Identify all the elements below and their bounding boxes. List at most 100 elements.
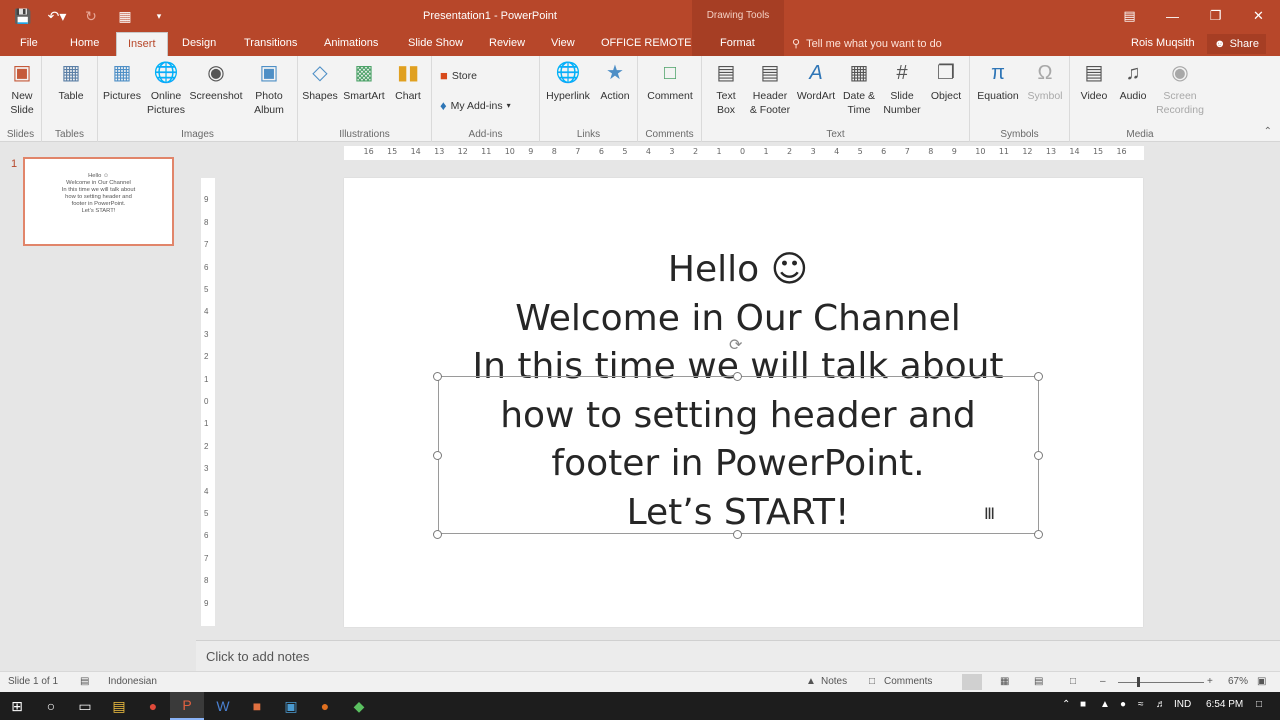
comment-button[interactable]: □ Comment (642, 60, 698, 103)
zoom-in-icon[interactable]: + (1207, 676, 1213, 687)
rotate-handle-icon[interactable]: ⟳ (729, 335, 742, 355)
my-addins-button[interactable]: ♦ My Add-ins ▾ (440, 98, 511, 113)
comments-toggle-icon[interactable]: □ (869, 676, 875, 687)
zoom-level[interactable]: 67% (1228, 676, 1248, 687)
word-icon[interactable]: W (206, 692, 240, 720)
new-slide-button[interactable]: ▣ New Slide (4, 60, 40, 117)
vertical-ruler[interactable]: 9 8 7 6 5 4 3 2 1 0 1 2 3 4 5 6 7 8 9 (201, 178, 215, 626)
wordart-button[interactable]: A WordArt (794, 60, 838, 103)
close-icon[interactable]: ✕ (1237, 0, 1280, 32)
tab-review[interactable]: Review (489, 37, 525, 49)
language-indicator[interactable]: Indonesian (108, 676, 157, 687)
resize-handle-bottom-left[interactable] (433, 530, 442, 539)
resize-handle-top-right[interactable] (1034, 372, 1043, 381)
file-explorer-icon[interactable]: ▤ (102, 692, 136, 720)
clock[interactable]: 6:54 PM (1206, 699, 1243, 710)
resize-handle-top-left[interactable] (433, 372, 442, 381)
photo-album-button[interactable]: ▣ Photo Album (246, 60, 292, 117)
chart-button[interactable]: ▮▮ Chart (390, 60, 426, 103)
action-button[interactable]: ★ Action (596, 60, 634, 103)
tab-design[interactable]: Design (182, 37, 216, 49)
tab-format[interactable]: Format (720, 37, 755, 49)
firefox-icon[interactable]: ● (308, 692, 342, 720)
slide-thumbnail[interactable]: Hello ☺ Welcome in Our Channel In this t… (23, 157, 174, 246)
windows-start-icon[interactable]: ⊞ (0, 692, 34, 720)
video-button[interactable]: ▤ Video (1074, 60, 1114, 103)
tab-animations[interactable]: Animations (324, 37, 378, 49)
tell-me-box[interactable]: ⚲ Tell me what you want to do (792, 37, 942, 51)
notes-pane[interactable]: Click to add notes (196, 640, 1280, 671)
selected-text-box[interactable] (438, 376, 1039, 534)
online-pictures-button[interactable]: 🌐 Online Pictures (144, 60, 188, 117)
tab-transitions[interactable]: Transitions (244, 37, 297, 49)
minimize-icon[interactable]: — (1151, 0, 1194, 32)
tab-file[interactable]: File (20, 37, 38, 49)
ribbon-display-options-icon[interactable]: ▤ (1108, 0, 1151, 32)
tab-office-remote[interactable]: OFFICE REMOTE (601, 37, 691, 49)
tab-view[interactable]: View (551, 37, 575, 49)
resize-handle-left[interactable] (433, 451, 442, 460)
resize-handle-bottom[interactable] (733, 530, 742, 539)
tray-icon[interactable]: ▲ (1100, 699, 1110, 710)
symbol-button[interactable]: Ω Symbol (1024, 60, 1066, 103)
save-icon[interactable]: 💾 (8, 4, 38, 28)
tray-icon[interactable]: ■ (1080, 699, 1086, 710)
table-button[interactable]: ▦ Table (54, 60, 88, 103)
zoom-slider[interactable] (1118, 682, 1204, 683)
tray-icon[interactable]: ● (1120, 699, 1126, 710)
header-footer-button[interactable]: ▤ Header & Footer (748, 60, 792, 117)
hyperlink-button[interactable]: 🌐 Hyperlink (542, 60, 594, 103)
equation-button[interactable]: π Equation (972, 60, 1024, 103)
tray-arrow-icon[interactable]: ⌃ (1062, 699, 1070, 710)
tab-insert[interactable]: Insert (116, 32, 168, 56)
start-presentation-icon[interactable]: ▦ (110, 4, 140, 28)
normal-view-icon[interactable] (962, 674, 982, 690)
notes-toggle-icon[interactable]: ▲ (806, 676, 816, 687)
slide-sorter-icon[interactable]: ▦ (1000, 676, 1009, 687)
resize-handle-top[interactable] (733, 372, 742, 381)
screen-recording-button[interactable]: ◉ Screen Recording (1152, 60, 1208, 117)
tab-home[interactable]: Home (70, 37, 99, 49)
notifications-icon[interactable]: □ (1256, 699, 1262, 710)
fit-slide-icon[interactable]: ▣ (1257, 676, 1266, 687)
zoom-out-icon[interactable]: – (1100, 676, 1106, 687)
resize-handle-right[interactable] (1034, 451, 1043, 460)
undo-icon[interactable]: ↶▾ (42, 4, 72, 28)
smartart-button[interactable]: ▩ SmartArt (340, 60, 388, 103)
text-box-button[interactable]: ▤ Text Box (706, 60, 746, 117)
slideshow-view-icon[interactable]: □ (1070, 676, 1076, 687)
zoom-slider-thumb[interactable] (1137, 677, 1140, 687)
screenshot-button[interactable]: ◉ Screenshot (188, 60, 244, 103)
tab-slide-show[interactable]: Slide Show (408, 37, 463, 49)
app-green-icon[interactable]: ◆ (342, 692, 376, 720)
shapes-button[interactable]: ◇ Shapes (300, 60, 340, 103)
notes-toggle[interactable]: Notes (821, 676, 847, 687)
horizontal-ruler[interactable]: 16 15 14 13 12 11 10 9 8 7 6 5 4 3 2 1 0 1 2 3 4 5 6 7 8 9 10 11 12 1… (344, 146, 1144, 160)
slide-count[interactable]: Slide 1 of 1 (8, 676, 58, 687)
task-view-icon[interactable]: ▭ (68, 692, 102, 720)
powerpoint-icon[interactable]: P (170, 692, 204, 720)
share-button[interactable]: ☻ Share (1207, 34, 1266, 54)
pictures-button[interactable]: ▦ Pictures (100, 60, 144, 103)
chrome-icon[interactable]: ● (136, 692, 170, 720)
input-language[interactable]: IND (1174, 699, 1191, 710)
search-icon[interactable]: ○ (34, 692, 68, 720)
spell-check-icon[interactable]: ▤ (80, 676, 89, 687)
user-name[interactable]: Rois Muqsith (1131, 37, 1195, 49)
object-button[interactable]: ❐ Object (926, 60, 966, 103)
slide-number-button[interactable]: # Slide Number (880, 60, 924, 117)
resize-handle-bottom-right[interactable] (1034, 530, 1043, 539)
audio-button[interactable]: ♫ Audio (1114, 60, 1152, 103)
reading-view-icon[interactable]: ▤ (1034, 676, 1043, 687)
date-time-button[interactable]: ▦ Date & Time (840, 60, 878, 117)
photos-icon[interactable]: ▣ (274, 692, 308, 720)
collapse-ribbon-icon[interactable]: ⌃ (1264, 126, 1272, 137)
redo-icon[interactable]: ↻ (76, 4, 106, 28)
customize-qat-icon[interactable]: ▾ (144, 4, 174, 28)
volume-icon[interactable]: ♬ (1156, 699, 1166, 710)
network-icon[interactable]: ≈ (1138, 699, 1144, 710)
comments-toggle[interactable]: Comments (884, 676, 932, 687)
app-icon[interactable]: ■ (240, 692, 274, 720)
store-button[interactable]: ■ Store (440, 68, 477, 83)
restore-icon[interactable]: ❐ (1194, 0, 1237, 32)
